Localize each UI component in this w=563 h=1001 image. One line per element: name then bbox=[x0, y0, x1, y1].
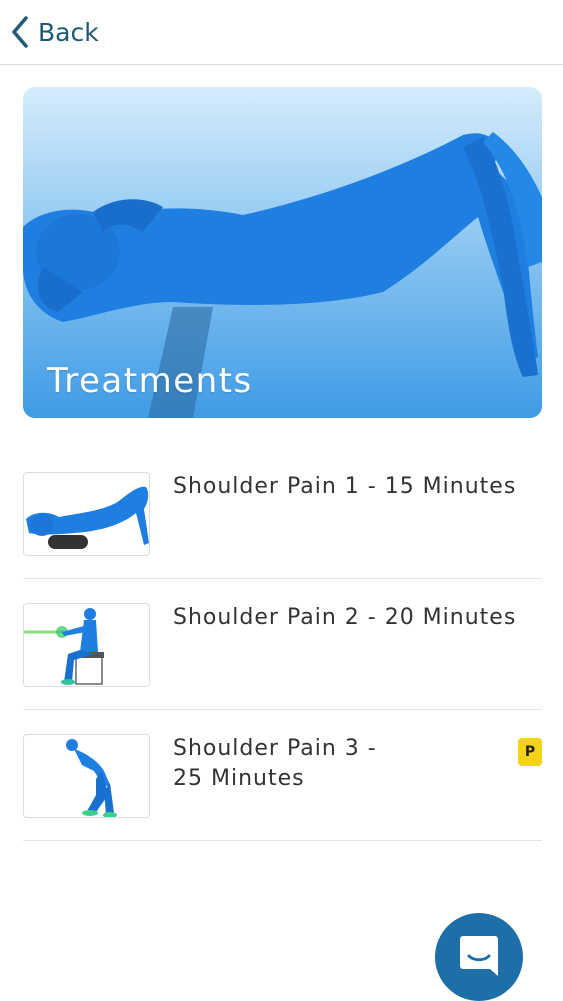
hero-title: Treatments bbox=[47, 361, 253, 401]
treatment-thumbnail bbox=[23, 734, 150, 818]
treatment-title: Shoulder Pain 1 - 15 Minutes bbox=[173, 474, 517, 499]
list-item[interactable]: Shoulder Pain 2 - 20 Minutes bbox=[23, 579, 542, 710]
treatment-thumbnail bbox=[23, 603, 150, 687]
nav-bar: Back bbox=[0, 0, 563, 65]
chevron-left-icon bbox=[12, 16, 28, 48]
hero-banner: Treatments bbox=[23, 87, 542, 418]
list-item[interactable]: Shoulder Pain 1 - 15 Minutes bbox=[23, 448, 542, 579]
treatment-thumbnail bbox=[23, 472, 150, 556]
chat-bubble-icon bbox=[460, 936, 498, 976]
back-button[interactable]: Back bbox=[10, 12, 99, 52]
treatment-title: Shoulder Pain 3 - 25 Minutes bbox=[173, 736, 377, 791]
back-label: Back bbox=[38, 17, 99, 47]
list-item[interactable]: Shoulder Pain 3 - 25 Minutes P bbox=[23, 710, 542, 841]
chat-button[interactable] bbox=[435, 913, 523, 1001]
treatment-title: Shoulder Pain 2 - 20 Minutes bbox=[173, 605, 517, 630]
premium-badge: P bbox=[518, 738, 542, 766]
